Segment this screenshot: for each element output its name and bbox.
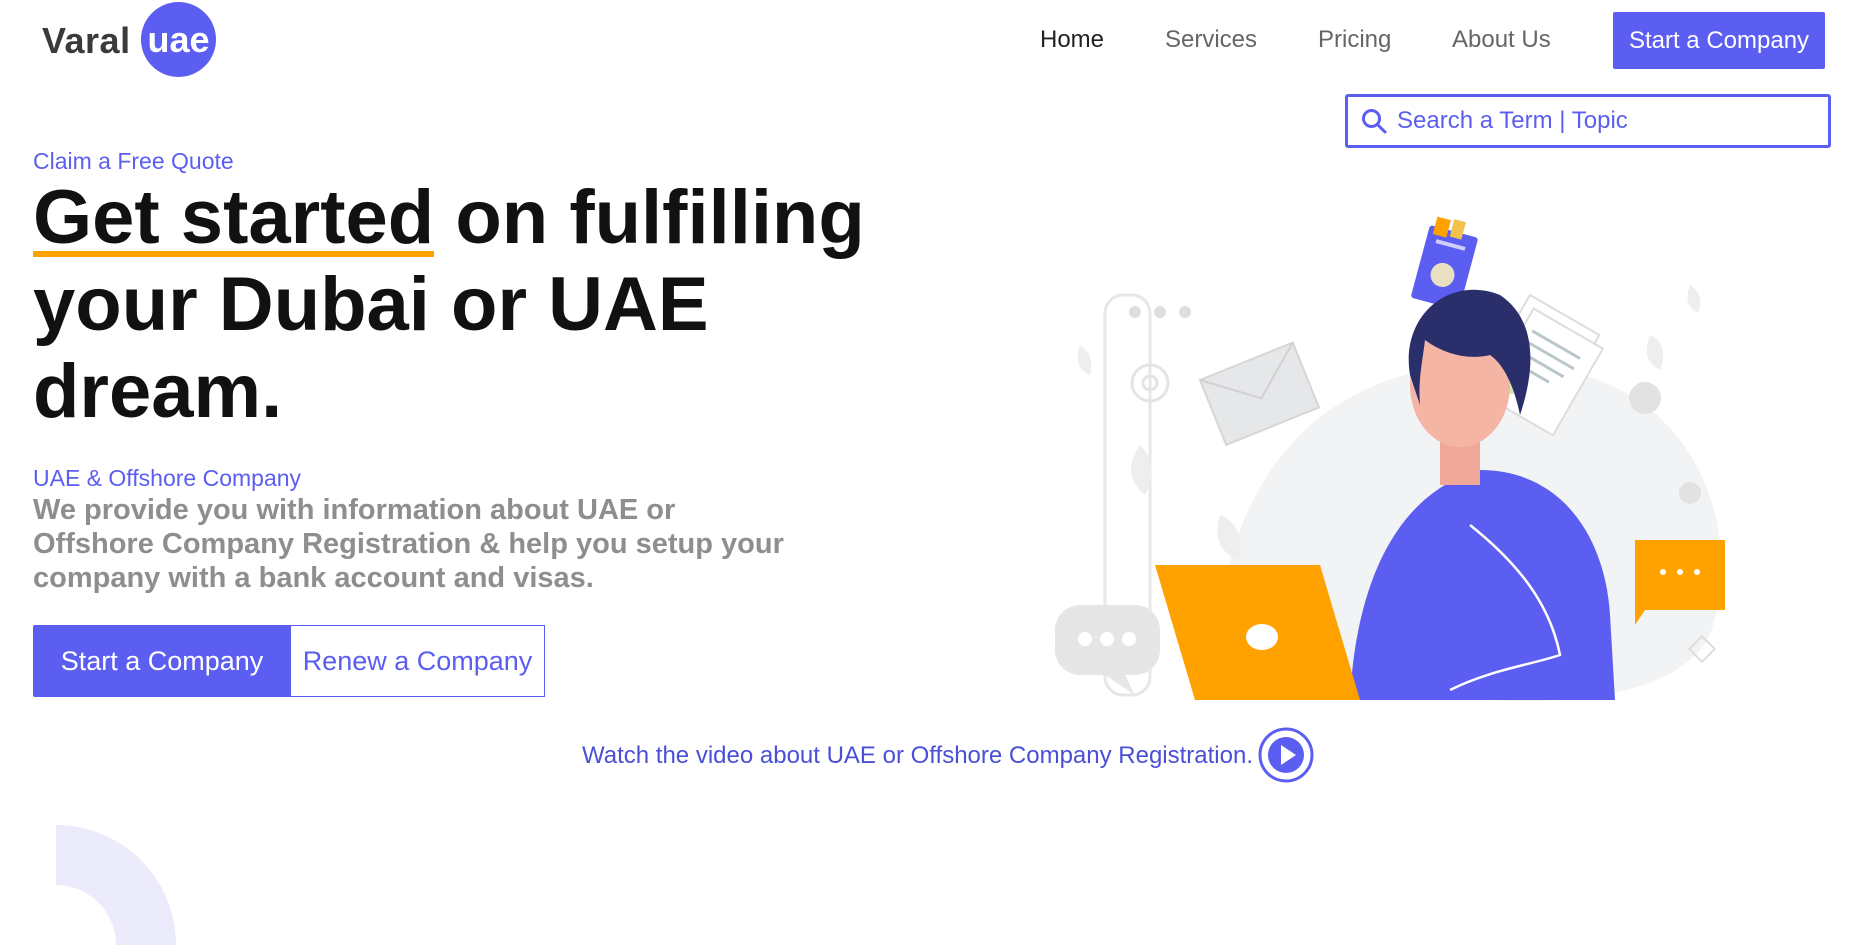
- nav-pricing[interactable]: Pricing: [1318, 26, 1391, 54]
- lead-text: We provide you with information about UA…: [33, 494, 784, 594]
- headline-underlined: Get started: [33, 175, 435, 260]
- play-icon[interactable]: [1257, 726, 1315, 784]
- nav-services[interactable]: Services: [1165, 26, 1257, 54]
- claim-quote-link[interactable]: Claim a Free Quote: [33, 148, 234, 175]
- page-title: Get started on fulfilling your Dubai or …: [33, 174, 913, 435]
- sub-eyebrow: UAE & Offshore Company: [33, 465, 302, 491]
- nav-home[interactable]: Home: [1040, 26, 1104, 54]
- renew-company-button[interactable]: Renew a Company: [290, 625, 545, 697]
- search-box[interactable]: Search a Term | Topic: [1345, 94, 1831, 148]
- hero-illustration: [1055, 216, 1725, 702]
- start-company-button[interactable]: Start a Company: [33, 625, 291, 697]
- start-company-nav-button[interactable]: Start a Company: [1613, 12, 1825, 69]
- logo-circle: uae: [141, 2, 216, 77]
- search-input[interactable]: Search a Term | Topic: [1397, 107, 1628, 135]
- search-icon: [1362, 109, 1387, 134]
- video-link[interactable]: Watch the video about UAE or Offshore Co…: [582, 742, 1253, 770]
- decorative-shape: [56, 825, 176, 945]
- nav-about-us[interactable]: About Us: [1452, 26, 1551, 54]
- logo-text-left: Varal: [42, 20, 131, 61]
- logo-text-right: uae: [147, 19, 210, 60]
- logo[interactable]: Varal uae: [40, 2, 230, 78]
